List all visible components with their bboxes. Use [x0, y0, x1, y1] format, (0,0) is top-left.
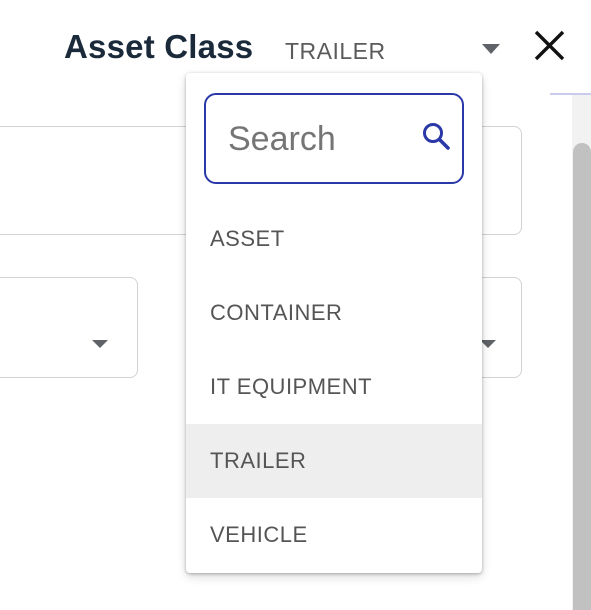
scrollbar-thumb[interactable] [573, 143, 591, 610]
close-icon [534, 30, 565, 61]
asset-class-dropdown-menu: ASSET CONTAINER IT EQUIPMENT TRAILER VEH… [186, 73, 482, 573]
caret-down-icon[interactable] [482, 44, 500, 54]
option-vehicle[interactable]: VEHICLE [186, 498, 482, 572]
search-field[interactable] [204, 93, 464, 184]
option-asset[interactable]: ASSET [186, 202, 482, 276]
asset-class-label: Asset Class [64, 28, 254, 65]
asset-class-filter-panel: Asset Class TRAILER ASSET CONTAINER IT E… [0, 0, 591, 610]
caret-down-icon [92, 340, 108, 348]
search-icon[interactable] [421, 121, 451, 151]
asset-class-selected-value[interactable]: TRAILER [285, 38, 386, 65]
search-input[interactable] [228, 115, 408, 163]
option-container[interactable]: CONTAINER [186, 276, 482, 350]
close-button[interactable] [531, 27, 569, 65]
caret-down-icon [480, 340, 496, 348]
option-trailer[interactable]: TRAILER [186, 424, 482, 498]
option-list: ASSET CONTAINER IT EQUIPMENT TRAILER VEH… [186, 202, 482, 572]
background-select-field-left[interactable] [0, 277, 138, 378]
option-it-equipment[interactable]: IT EQUIPMENT [186, 350, 482, 424]
